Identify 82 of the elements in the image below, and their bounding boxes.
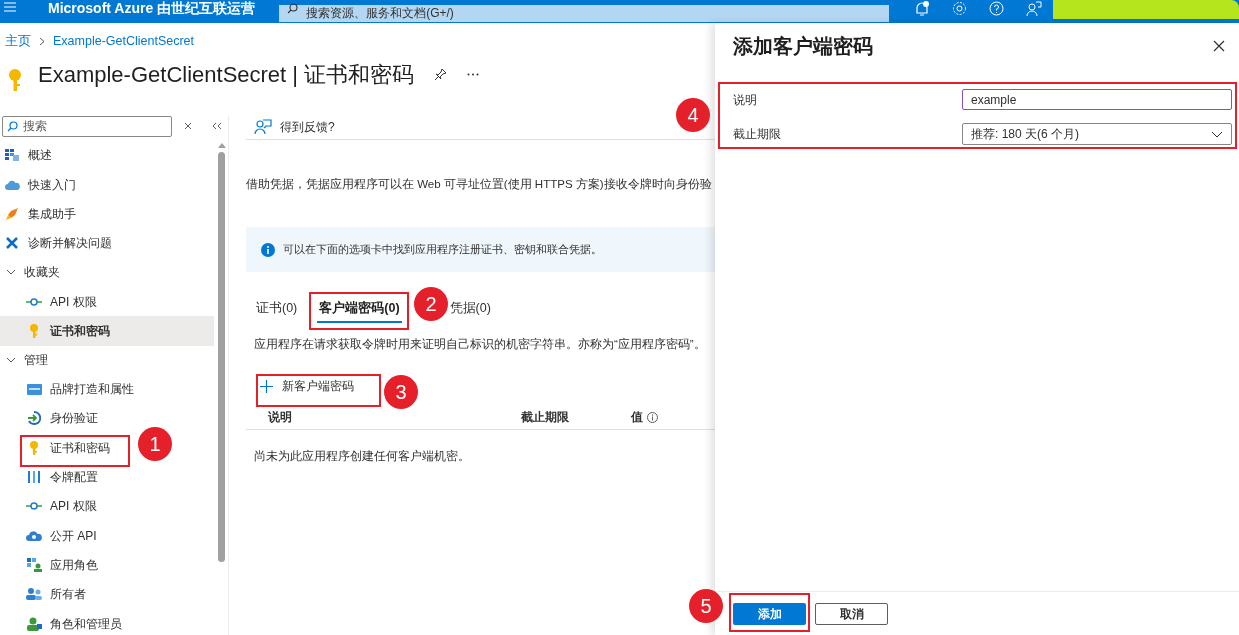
expiry-dropdown[interactable]: 推荐: 180 天(6 个月): [962, 123, 1232, 145]
panel-title: 添加客户端密码: [733, 34, 873, 59]
step-marker: 5: [689, 589, 723, 623]
key-icon: [29, 323, 39, 338]
sidebar-item[interactable]: API 权限: [0, 286, 105, 317]
more-icon[interactable]: [467, 73, 480, 77]
sidebar-item[interactable]: 品牌打造和属性: [0, 374, 142, 404]
person-icon: [26, 616, 42, 631]
sidebar-item[interactable]: 证书和密码: [0, 433, 118, 463]
bars-icon: [27, 470, 41, 485]
column-header: 说明: [268, 409, 293, 426]
sidebar-item[interactable]: 诊断并解决问题: [0, 228, 120, 258]
description-text: 借助凭据，凭据应用程序可以在 Web 可寻址位置(使用 HTTPS 方案)接收令牌时向身份验: [246, 176, 713, 192]
info-text: 可以在下面的选项卡中找到应用程序注册证书、密钥和联合凭据。: [283, 242, 602, 258]
field-label: 说明: [732, 91, 758, 109]
sidebar-item[interactable]: 角色和管理员: [0, 608, 130, 635]
search-field[interactable]: 搜索: [2, 115, 172, 137]
chevron-icon: [1211, 130, 1223, 138]
sidebar-item[interactable]: 概述: [0, 140, 60, 171]
sidebar-item[interactable]: 身份验证: [0, 403, 106, 434]
sidebar-item[interactable]: 快速入门: [0, 170, 84, 200]
feedback-icon[interactable]: [1026, 0, 1043, 17]
tab[interactable]: 凭据(0): [447, 295, 493, 323]
breadcrumb-link[interactable]: Example-GetClientSecret: [53, 32, 195, 51]
page-title: Example-GetClientSecret | 证书和密码: [38, 61, 415, 90]
settings-icon[interactable]: [952, 1, 968, 16]
step-marker: 4: [676, 98, 710, 132]
empty-text: 尚未为此应用程序创建任何客户端机密。: [253, 448, 471, 464]
global-search-field[interactable]: 搜索资源、服务和文档(G+/): [279, 4, 890, 22]
clear-icon[interactable]: [184, 122, 192, 131]
search-icon: [7, 120, 18, 132]
info-icon: [261, 242, 275, 257]
collapse-icon[interactable]: [212, 122, 222, 131]
sidebar-item[interactable]: 所有者: [0, 579, 94, 609]
close-icon[interactable]: [1213, 40, 1225, 52]
description-field[interactable]: example: [962, 89, 1232, 110]
sidebar-item[interactable]: 证书和密码: [0, 316, 214, 346]
cloud-icon: [4, 179, 20, 190]
tab-description: 应用程序在请求获取令牌时用来证明自己标识的机密字符串。亦称为“应用程序密码”。: [253, 337, 707, 352]
scroll-up-icon[interactable]: [217, 141, 226, 148]
api-icon: [26, 501, 42, 512]
sidebar-group[interactable]: 管理: [0, 345, 214, 375]
step-marker: 1: [138, 427, 172, 461]
scrollbar-thumb[interactable]: [218, 151, 225, 562]
chevron-icon: [39, 36, 45, 46]
new-secret-button[interactable]: 新客户端密码: [260, 378, 354, 396]
plus-icon: [260, 380, 273, 394]
search-icon: [287, 3, 299, 14]
api-icon: [26, 296, 42, 307]
rocket-icon: [5, 207, 19, 221]
pin-icon[interactable]: [434, 68, 448, 82]
cloud-icon: [26, 530, 42, 542]
sidebar-item[interactable]: API 权限: [0, 491, 105, 521]
sidebar-item[interactable]: 令牌配置: [0, 462, 106, 492]
cancel-button[interactable]: 取消: [815, 602, 888, 625]
people-icon: [26, 588, 42, 601]
field-label: 截止期限: [732, 126, 782, 143]
key-icon: [8, 68, 22, 91]
help-icon[interactable]: [989, 1, 1005, 16]
feedback-icon[interactable]: [254, 119, 272, 136]
sidebar-item[interactable]: 应用角色: [0, 550, 106, 580]
bell-icon[interactable]: [914, 0, 931, 17]
roles-icon: [26, 557, 42, 572]
card-icon: [26, 383, 42, 395]
step-marker: 3: [384, 375, 418, 409]
feedback-link[interactable]: 得到反馈?: [280, 118, 335, 137]
sidebar-item[interactable]: 集成助手: [0, 199, 84, 229]
tab[interactable]: 证书(0): [254, 295, 300, 323]
grid-icon: [5, 149, 19, 162]
sidebar-group[interactable]: 收藏夹: [0, 257, 214, 287]
breadcrumb-link[interactable]: 主页: [5, 32, 31, 51]
column-header: 截止期限: [521, 409, 570, 426]
tools-icon: [5, 236, 19, 251]
column-header: 值: [631, 409, 643, 426]
brand-title[interactable]: Microsoft Azure 由世纪互联运营: [48, 0, 256, 16]
info-icon: [647, 411, 658, 423]
sidebar-item[interactable]: 公开 API: [0, 521, 105, 551]
add-button[interactable]: 添加: [733, 602, 806, 625]
key-icon: [29, 440, 39, 455]
tab[interactable]: 客户端密码(0): [317, 295, 402, 323]
step-marker: 2: [414, 287, 448, 321]
sign-in-icon: [27, 411, 41, 426]
